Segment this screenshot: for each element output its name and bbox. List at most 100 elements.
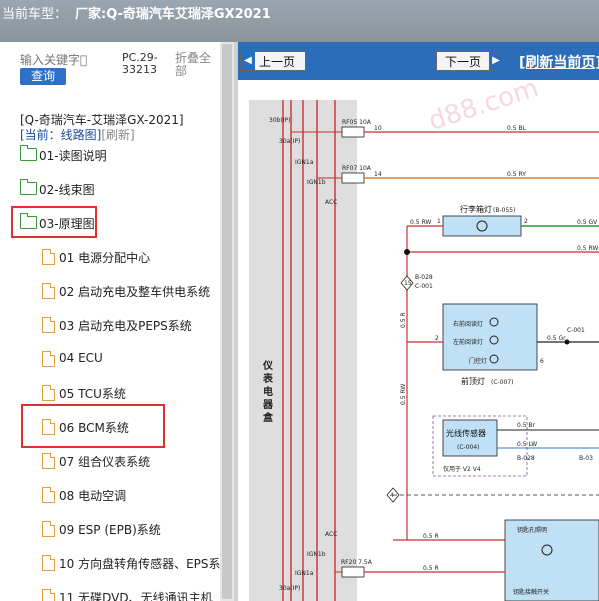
document-icon — [42, 351, 55, 367]
folder-item-02[interactable]: 02-线束图 — [0, 178, 220, 200]
connector-code: B-03 — [579, 455, 593, 462]
highlight-box-folder — [11, 206, 97, 238]
sidebar-scrollbar[interactable] — [220, 42, 234, 601]
model-name: 厂家:Q-奇瑞汽车艾瑞泽GX2021 — [75, 7, 271, 22]
file-item-08[interactable]: 08 电动空调 — [0, 484, 220, 506]
fuse-box-label: 仪表电器盒 — [263, 361, 273, 424]
wire-label: 0.5 RW — [577, 245, 598, 252]
file-label: 07 组合仪表系统 — [59, 455, 151, 469]
fuse-label: RF07 10A — [342, 165, 372, 172]
wire-label: 0.5 GV — [577, 219, 598, 226]
pin-number: 4 — [390, 492, 394, 499]
folder-icon — [20, 179, 37, 195]
wire-label: 0.5 BL — [507, 125, 527, 132]
document-icon — [42, 453, 55, 469]
pin-number: 2 — [524, 218, 528, 225]
highlight-box-bcm — [21, 404, 165, 448]
wire-label: 0.5 Gr — [547, 335, 566, 342]
file-label: 01 电源分配中心 — [59, 251, 151, 265]
folder-label: 02-线束图 — [39, 183, 95, 197]
document-icon — [42, 589, 55, 601]
keyword-input[interactable] — [20, 52, 94, 68]
pin-number: 15 — [404, 280, 412, 287]
search-row: 查询 PC.29-33213 折叠全部 — [0, 42, 220, 98]
file-item-09[interactable]: 09 ESP (EPB)系统 — [0, 518, 220, 540]
fuse-symbol — [341, 172, 365, 184]
file-label: 11 无碟DVD、无线通讯主机 — [59, 591, 213, 601]
trunk-lamp-code: (B-055) — [493, 207, 515, 214]
pin-number: 14 — [374, 171, 382, 178]
wire-label: 0.5 RY — [507, 171, 526, 178]
refresh-page-link[interactable]: [刷新当前页] — [519, 52, 599, 72]
wire-label: 0.5 Br — [517, 422, 536, 429]
document-icon — [42, 521, 55, 537]
right-reading-lamp-label: 右前阅读灯 — [453, 320, 483, 328]
window-title: 当前车型： 厂家:Q-奇瑞汽车艾瑞泽GX2021 — [2, 3, 271, 22]
next-page-label: 下一页 — [445, 55, 482, 69]
document-icon — [42, 283, 55, 299]
folder-item-01[interactable]: 01-读图说明 — [0, 144, 220, 166]
key-hole-lamp-label: 钥匙孔照明 — [517, 526, 547, 534]
file-label: 10 方向盘转角传感器、EPS系统 — [59, 557, 220, 571]
pin-label: IGN1b — [307, 551, 326, 558]
dome-light-label: 门控灯 — [469, 357, 487, 365]
file-item-02[interactable]: 02 启动充电及整车供电系统 — [0, 280, 220, 302]
wiring-diagram-page[interactable]: d88.com 30b(IP) 30a(IP) IGN1a IGN1b ACC … — [247, 73, 599, 601]
file-item-05[interactable]: 05 TCU系统 — [0, 382, 220, 404]
dome-lamp-code: (C-007) — [491, 379, 514, 386]
dome-lamp-label: 前顶灯 — [461, 376, 485, 386]
file-item-01[interactable]: 01 电源分配中心 — [0, 246, 220, 268]
wire-label: 0.5 R — [400, 312, 407, 328]
wire-label: 0.5 R — [423, 565, 439, 572]
document-icon — [42, 385, 55, 401]
connector-code: B-028 — [517, 455, 535, 462]
wire-label: 0.5 RW — [410, 219, 431, 226]
fuse-symbol — [341, 126, 365, 138]
wiring-diagram: 30b(IP) 30a(IP) IGN1a IGN1b ACC ACC IGN1… — [249, 100, 599, 601]
file-item-03[interactable]: 03 启动充电及PEPS系统 — [0, 314, 220, 336]
pin-label: 30a(IP) — [279, 138, 300, 145]
pin-label: 30b(IP) — [269, 117, 291, 124]
prev-page-button[interactable]: ◀ 上一页 — [240, 51, 306, 71]
file-item-11[interactable]: 11 无碟DVD、无线通讯主机 — [0, 586, 220, 601]
pin-number: 1 — [437, 218, 441, 225]
trunk-lamp — [442, 215, 522, 237]
refresh-link[interactable]: [刷新] — [101, 128, 134, 142]
wire-label: 0.5 R — [423, 533, 439, 540]
connector-code: C-001 — [415, 283, 433, 290]
fuse-label: RF05 10A — [342, 119, 372, 126]
wire-label: 0.5 LW — [517, 441, 537, 448]
light-sensor-note: 仅用于 V2 V4 — [443, 465, 481, 473]
query-button[interactable]: 查询 — [20, 68, 66, 85]
prev-page-label: 上一页 — [259, 55, 296, 69]
fold-all-button[interactable]: 折叠全部 — [175, 52, 215, 78]
light-sensor-code: (C-004) — [457, 444, 480, 451]
document-icon — [42, 555, 55, 571]
arrow-right-icon: ▶ — [489, 52, 503, 70]
file-label: 08 电动空调 — [59, 489, 127, 503]
folder-icon — [20, 145, 37, 161]
pin-label: IGN1b — [307, 179, 326, 186]
model-label: 当前车型： — [2, 7, 68, 22]
arrow-left-icon: ◀ — [241, 52, 255, 70]
page-nav-bar: ◀ 上一页 下一页 ▶ [刷新当前页] — [238, 42, 599, 80]
scroll-thumb[interactable] — [222, 44, 232, 599]
pin-number: 10 — [374, 125, 382, 132]
connector-code: B-028 — [415, 274, 433, 281]
fuse-symbol — [341, 566, 365, 578]
left-reading-lamp-label: 左前阅读灯 — [453, 338, 483, 346]
file-item-10[interactable]: 10 方向盘转角传感器、EPS系统 — [0, 552, 220, 574]
file-item-04[interactable]: 04 ECU — [0, 348, 220, 370]
pin-label: IGN1a — [295, 159, 314, 166]
next-page-button[interactable]: 下一页 ▶ — [436, 51, 504, 71]
pin-label: ACC — [325, 199, 337, 206]
file-item-07[interactable]: 07 组合仪表系统 — [0, 450, 220, 472]
file-label: 03 启动充电及PEPS系统 — [59, 319, 192, 333]
pin-label: 30a(IP) — [279, 585, 300, 592]
sidebar: 查询 PC.29-33213 折叠全部 [Q-奇瑞汽车-艾瑞泽GX-2021] … — [0, 42, 220, 601]
trunk-lamp-label: 行李箱灯 — [460, 204, 492, 214]
pin-number: 2 — [435, 335, 439, 342]
light-sensor-label: 光线传感器 — [446, 428, 486, 438]
current-label: [当前：线路图] — [20, 128, 102, 142]
connector-code: C-001 — [567, 327, 585, 334]
